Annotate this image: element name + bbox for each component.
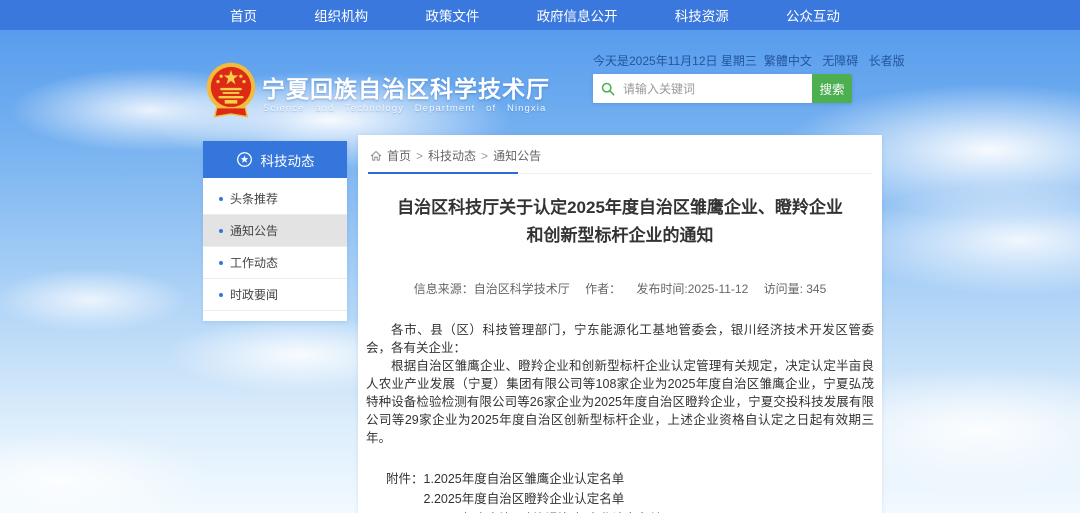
- sidebar-item-label: 通知公告: [230, 224, 278, 238]
- attachment-link-eagle-list[interactable]: 1.2025年度自治区雏鹰企业认定名单: [424, 469, 662, 489]
- header-meta-row: 今天是2025年11月12日 星期三 繁體中文 无障碍 长者版: [593, 52, 877, 69]
- search-bar: 搜索: [593, 74, 852, 103]
- circled-star-icon: [236, 151, 253, 168]
- sidebar-item-label: 工作动态: [230, 256, 278, 270]
- breadcrumb-sci-tech-news[interactable]: 科技动态: [428, 147, 476, 164]
- sidebar-list: 头条推荐 通知公告 工作动态 时政要闻: [203, 178, 347, 311]
- breadcrumb-separator: >: [416, 149, 423, 163]
- nav-item-policy-documents[interactable]: 政策文件: [425, 5, 479, 25]
- bullet-icon: [219, 293, 223, 297]
- main-content-panel: 首页 > 科技动态 > 通知公告 自治区科技厅关于认定2025年度自治区雏鹰企业…: [358, 135, 882, 513]
- attachment-link-benchmark-list[interactable]: 3.2025年度自治区创新型标杆企业认定名单: [424, 509, 662, 513]
- article-title: 自治区科技厅关于认定2025年度自治区雏鹰企业、瞪羚企业 和创新型标杆企业的通知: [366, 194, 874, 250]
- sidebar: 科技动态 头条推荐 通知公告 工作动态 时政要闻: [203, 141, 347, 321]
- article-meta: 信息来源：自治区科学技术厅 作者： 发布时间:2025-11-12 访问量: 3…: [366, 280, 874, 297]
- article-title-line2: 和创新型标杆企业的通知: [396, 222, 844, 250]
- nav-item-home[interactable]: 首页: [230, 5, 257, 25]
- sidebar-header: 科技动态: [203, 141, 347, 178]
- search-input[interactable]: [621, 81, 812, 97]
- lang-link-traditional-chinese[interactable]: 繁體中文: [764, 54, 812, 68]
- nav-item-organization[interactable]: 组织机构: [314, 5, 368, 25]
- page: 首页 组织机构 政策文件 政府信息公开 科技资源 公众互动 宁夏回族自治区科学技…: [0, 0, 1080, 513]
- lang-link-accessibility[interactable]: 无障碍: [822, 54, 858, 68]
- sidebar-item-label: 头条推荐: [230, 192, 278, 206]
- national-emblem-logo: [204, 61, 258, 122]
- breadcrumb-notices[interactable]: 通知公告: [493, 147, 541, 164]
- search-button[interactable]: 搜索: [812, 74, 852, 103]
- bullet-icon: [219, 229, 223, 233]
- lang-links: 繁體中文 无障碍 长者版: [757, 52, 905, 69]
- sidebar-item-current-politics[interactable]: 时政要闻: [203, 279, 347, 311]
- nav-item-sci-tech-resources[interactable]: 科技资源: [675, 5, 729, 25]
- breadcrumb-home[interactable]: 首页: [387, 147, 411, 164]
- meta-author: 作者：: [585, 282, 621, 296]
- nav-item-public-interaction[interactable]: 公众互动: [786, 5, 840, 25]
- meta-source: 信息来源：自治区科学技术厅: [414, 282, 570, 296]
- meta-visit-count: 访问量: 345: [764, 282, 827, 296]
- breadcrumb-separator: >: [481, 149, 488, 163]
- attachments-label: 附件：: [386, 469, 424, 513]
- sidebar-item-label: 时政要闻: [230, 288, 278, 302]
- article-body: 各市、县（区）科技管理部门，宁东能源化工基地管委会，银川经济技术开发区管委会，各…: [366, 321, 874, 447]
- search-input-area: [593, 74, 812, 103]
- bullet-icon: [219, 261, 223, 265]
- home-icon: [370, 150, 382, 162]
- meta-publish-time: 发布时间:2025-11-12: [636, 282, 748, 296]
- attachment-link-gazelle-list[interactable]: 2.2025年度自治区瞪羚企业认定名单: [424, 489, 662, 509]
- top-nav: 首页 组织机构 政策文件 政府信息公开 科技资源 公众互动: [0, 0, 1080, 30]
- search-icon: [601, 82, 615, 96]
- article-paragraph: 根据自治区雏鹰企业、瞪羚企业和创新型标杆企业认定管理有关规定，决定认定半亩良人农…: [366, 357, 874, 447]
- sidebar-item-headlines[interactable]: 头条推荐: [203, 183, 347, 215]
- breadcrumb-active-underline: [368, 172, 518, 174]
- lang-link-elderly-version[interactable]: 长者版: [869, 54, 905, 68]
- article-paragraph: 各市、县（区）科技管理部门，宁东能源化工基地管委会，银川经济技术开发区管委会，各…: [366, 321, 874, 357]
- sidebar-item-work-trends[interactable]: 工作动态: [203, 247, 347, 279]
- nav-item-gov-info-disclosure[interactable]: 政府信息公开: [537, 5, 618, 25]
- site-title: 宁夏回族自治区科学技术厅: [262, 70, 550, 104]
- article-title-line1: 自治区科技厅关于认定2025年度自治区雏鹰企业、瞪羚企业: [396, 194, 844, 222]
- breadcrumb: 首页 > 科技动态 > 通知公告: [368, 135, 872, 174]
- attachments-list: 1.2025年度自治区雏鹰企业认定名单 2.2025年度自治区瞪羚企业认定名单 …: [424, 469, 662, 513]
- date-text: 今天是2025年11月12日 星期三: [593, 52, 757, 69]
- attachments-section: 附件： 1.2025年度自治区雏鹰企业认定名单 2.2025年度自治区瞪羚企业认…: [386, 469, 874, 513]
- bullet-icon: [219, 197, 223, 201]
- sidebar-title: 科技动态: [261, 150, 315, 170]
- top-nav-menu: 首页 组织机构 政策文件 政府信息公开 科技资源 公众互动: [230, 0, 840, 30]
- site-subtitle: Science and Technology Department of Nin…: [263, 103, 546, 114]
- sidebar-item-notices[interactable]: 通知公告: [203, 215, 347, 247]
